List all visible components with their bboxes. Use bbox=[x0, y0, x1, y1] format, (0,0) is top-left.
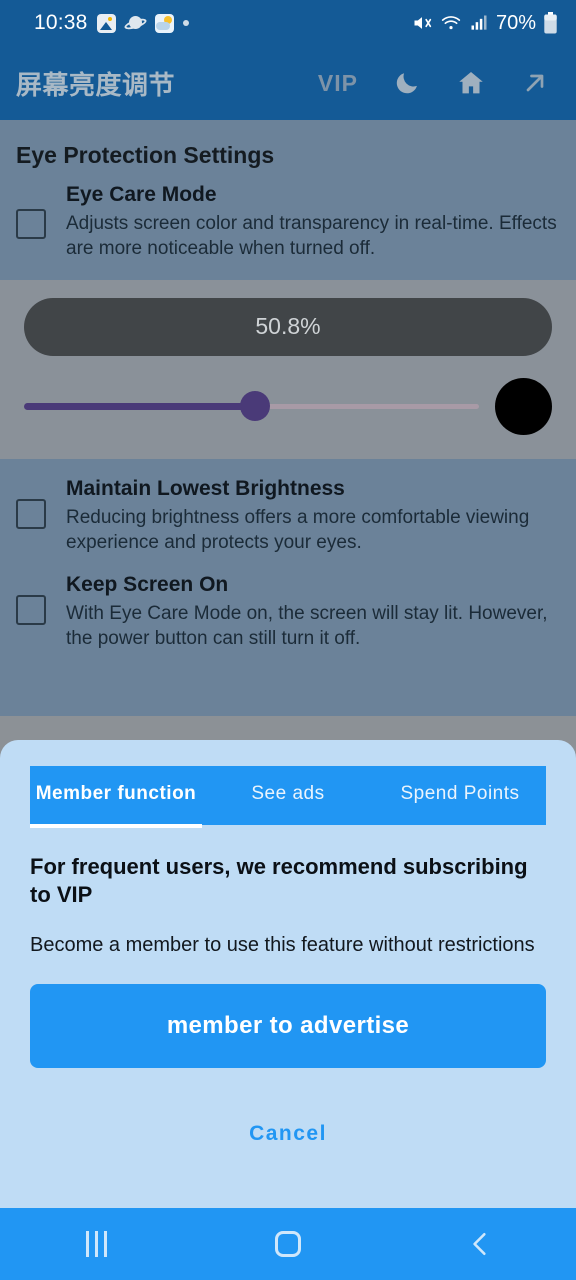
signal-icon bbox=[469, 13, 489, 33]
battery-icon bbox=[543, 12, 558, 34]
tab-see-ads[interactable]: See ads bbox=[202, 766, 374, 825]
checkbox-maintain-lowest-brightness[interactable] bbox=[16, 498, 46, 529]
recents-icon[interactable] bbox=[75, 1223, 117, 1265]
color-swatch-button[interactable] bbox=[495, 377, 552, 435]
additional-settings-section: Maintain Lowest Brightness Reducing brig… bbox=[0, 458, 576, 670]
status-time: 10:38 bbox=[34, 11, 88, 34]
wifi-icon bbox=[440, 13, 462, 33]
tab-member-function[interactable]: Member function bbox=[30, 766, 202, 825]
system-nav-bar bbox=[0, 1208, 576, 1280]
section-title: Eye Protection Settings bbox=[16, 142, 275, 168]
brightness-percent-label: 50.8% bbox=[255, 313, 321, 340]
setting-description: Reducing brightness offers a more comfor… bbox=[66, 506, 530, 553]
mute-icon bbox=[411, 13, 433, 33]
brightness-slider[interactable] bbox=[24, 389, 479, 423]
setting-title: Keep Screen On bbox=[66, 573, 229, 597]
brightness-slider-row bbox=[0, 356, 576, 435]
dot-icon bbox=[182, 20, 189, 26]
setting-row-body: Eye Care Mode Adjusts screen color and t… bbox=[66, 183, 560, 262]
brightness-percent-pill[interactable]: 50.8% bbox=[24, 297, 552, 356]
setting-title: Eye Care Mode bbox=[66, 183, 217, 206]
setting-description: With Eye Care Mode on, the screen will s… bbox=[66, 603, 548, 650]
setting-description: Adjusts screen color and transparency in… bbox=[66, 213, 557, 260]
app-bar: 屏幕亮度调节 VIP bbox=[0, 46, 576, 120]
tab-spend-points[interactable]: Spend Points bbox=[374, 766, 546, 825]
app-bar-actions: VIP bbox=[318, 68, 576, 98]
page-title: 屏幕亮度调节 bbox=[16, 69, 176, 100]
home-icon[interactable] bbox=[456, 68, 486, 98]
status-bar-right: 70% bbox=[411, 12, 558, 35]
setting-row-body: Keep Screen On With Eye Care Mode on, th… bbox=[66, 573, 560, 652]
setting-title: Maintain Lowest Brightness bbox=[66, 476, 345, 500]
slider-track-fill bbox=[24, 402, 256, 410]
vip-button[interactable]: VIP bbox=[318, 70, 358, 97]
sheet-heading: For frequent users, we recommend subscri… bbox=[30, 853, 528, 908]
status-bar: 10:38 70% bbox=[0, 0, 576, 46]
setting-row-keep-screen-on[interactable]: Keep Screen On With Eye Care Mode on, th… bbox=[0, 573, 576, 670]
setting-row-eye-care-mode[interactable]: Eye Care Mode Adjusts screen color and t… bbox=[0, 183, 576, 280]
checkbox-eye-care-mode[interactable] bbox=[16, 209, 46, 239]
moon-icon[interactable] bbox=[392, 68, 422, 98]
weather-icon bbox=[154, 13, 174, 33]
setting-row-maintain-lowest-brightness[interactable]: Maintain Lowest Brightness Reducing brig… bbox=[0, 477, 576, 574]
home-icon[interactable] bbox=[267, 1223, 309, 1265]
cancel-button[interactable]: Cancel bbox=[0, 1068, 576, 1146]
slider-thumb[interactable] bbox=[240, 391, 271, 422]
arrow-up-right-icon[interactable] bbox=[520, 68, 550, 98]
membership-bottom-sheet: Member function See ads Spend Points For… bbox=[0, 740, 576, 1280]
sheet-tabs: Member function See ads Spend Points bbox=[30, 766, 546, 828]
battery-percent: 70% bbox=[495, 11, 536, 34]
photo-icon bbox=[96, 13, 116, 33]
status-bar-left: 10:38 bbox=[34, 11, 189, 35]
setting-row-body: Maintain Lowest Brightness Reducing brig… bbox=[66, 477, 560, 556]
tab-active-indicator bbox=[30, 823, 202, 828]
eye-protection-section: Eye Protection Settings Eye Care Mode Ad… bbox=[0, 120, 576, 280]
sheet-subtext: Become a member to use this feature with… bbox=[30, 933, 535, 956]
member-to-advertise-button[interactable]: member to advertise bbox=[30, 983, 546, 1068]
back-icon[interactable] bbox=[459, 1223, 501, 1265]
saturn-icon bbox=[122, 13, 148, 34]
brightness-panel: 50.8% bbox=[0, 279, 576, 459]
checkbox-keep-screen-on[interactable] bbox=[16, 595, 46, 626]
